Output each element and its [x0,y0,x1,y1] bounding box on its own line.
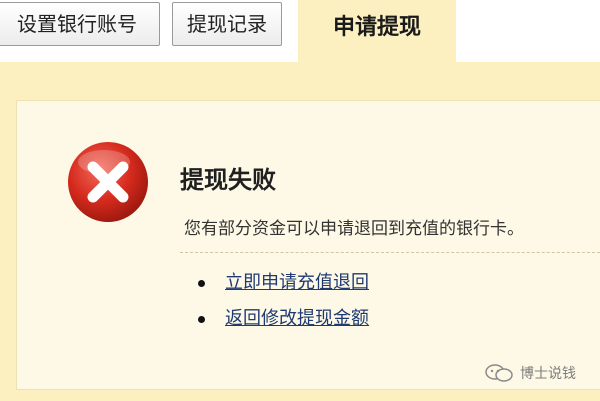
result-message: 您有部分资金可以申请退回到充值的银行卡。 [184,219,524,239]
list-item: 立即申请充值退回 [198,268,369,294]
bullet-icon [198,279,205,287]
watermark: 博士说钱 [484,360,576,386]
bullet-icon [198,315,205,323]
tab-bank-account-settings[interactable]: 设置银行账号 [0,2,160,46]
modify-withdrawal-amount-link[interactable]: 返回修改提现金额 [225,308,369,329]
apply-recharge-refund-link[interactable]: 立即申请充值退回 [225,272,369,293]
watermark-text: 博士说钱 [520,366,576,382]
list-item: 返回修改提现金额 [198,304,369,330]
tab-withdrawal-records[interactable]: 提现记录 [172,2,282,46]
wechat-icon [485,364,513,382]
tab-apply-withdrawal[interactable]: 申请提现 [298,0,456,64]
divider [180,252,600,253]
error-x-icon [68,142,148,222]
result-title: 提现失败 [180,166,276,194]
